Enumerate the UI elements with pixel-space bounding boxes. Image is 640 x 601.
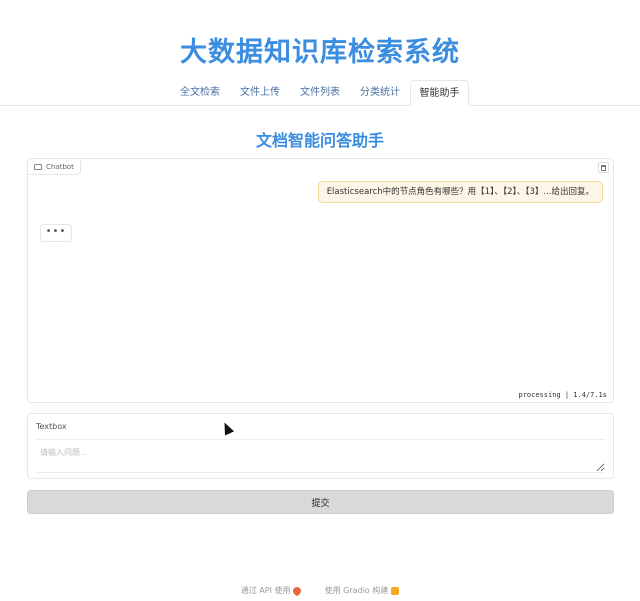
tab-fulltext-search[interactable]: 全文检索: [170, 80, 230, 106]
footer: 通过 API 使用 使用 Gradio 构建: [0, 584, 640, 597]
tab-file-list[interactable]: 文件列表: [290, 80, 350, 106]
api-link[interactable]: 通过 API 使用: [240, 584, 304, 597]
gradio-link[interactable]: 使用 Gradio 构建: [325, 586, 400, 595]
tab-file-upload[interactable]: 文件上传: [230, 80, 290, 106]
api-link-text: 通过 API 使用: [240, 586, 291, 595]
app-title: 大数据知识库检索系统: [180, 37, 460, 68]
chatbot-label-text: Chatbot: [46, 162, 74, 171]
section-title: 文档智能问答助手: [255, 131, 384, 150]
chatbot-panel: Chatbot Elasticsearch中的节点角色有哪些？用【1】、【2】、…: [27, 158, 614, 403]
gradio-link-text: 使用 Gradio 构建: [324, 586, 389, 595]
chat-icon: [34, 163, 42, 170]
rocket-icon: [291, 584, 304, 597]
tab-smart-assistant[interactable]: 智能助手: [410, 80, 469, 106]
textbox-panel: Textbox: [27, 413, 614, 479]
gradio-logo-icon: [391, 586, 400, 595]
textbox-label: Textbox: [36, 422, 67, 431]
assistant-typing-indicator: •••: [40, 224, 72, 242]
tab-category-stats[interactable]: 分类统计: [350, 80, 410, 106]
trash-icon: [601, 164, 606, 171]
question-input[interactable]: [36, 439, 605, 473]
submit-button[interactable]: 提交: [27, 490, 614, 514]
clear-chat-button[interactable]: [598, 162, 609, 173]
tab-bar: 全文检索 文件上传 文件列表 分类统计 智能助手: [0, 80, 640, 106]
user-message: Elasticsearch中的节点角色有哪些？用【1】、【2】、【3】...给出…: [317, 181, 603, 203]
chatbot-label: Chatbot: [28, 159, 81, 175]
progress-status: processing | 1.4/7.1s: [518, 391, 607, 399]
